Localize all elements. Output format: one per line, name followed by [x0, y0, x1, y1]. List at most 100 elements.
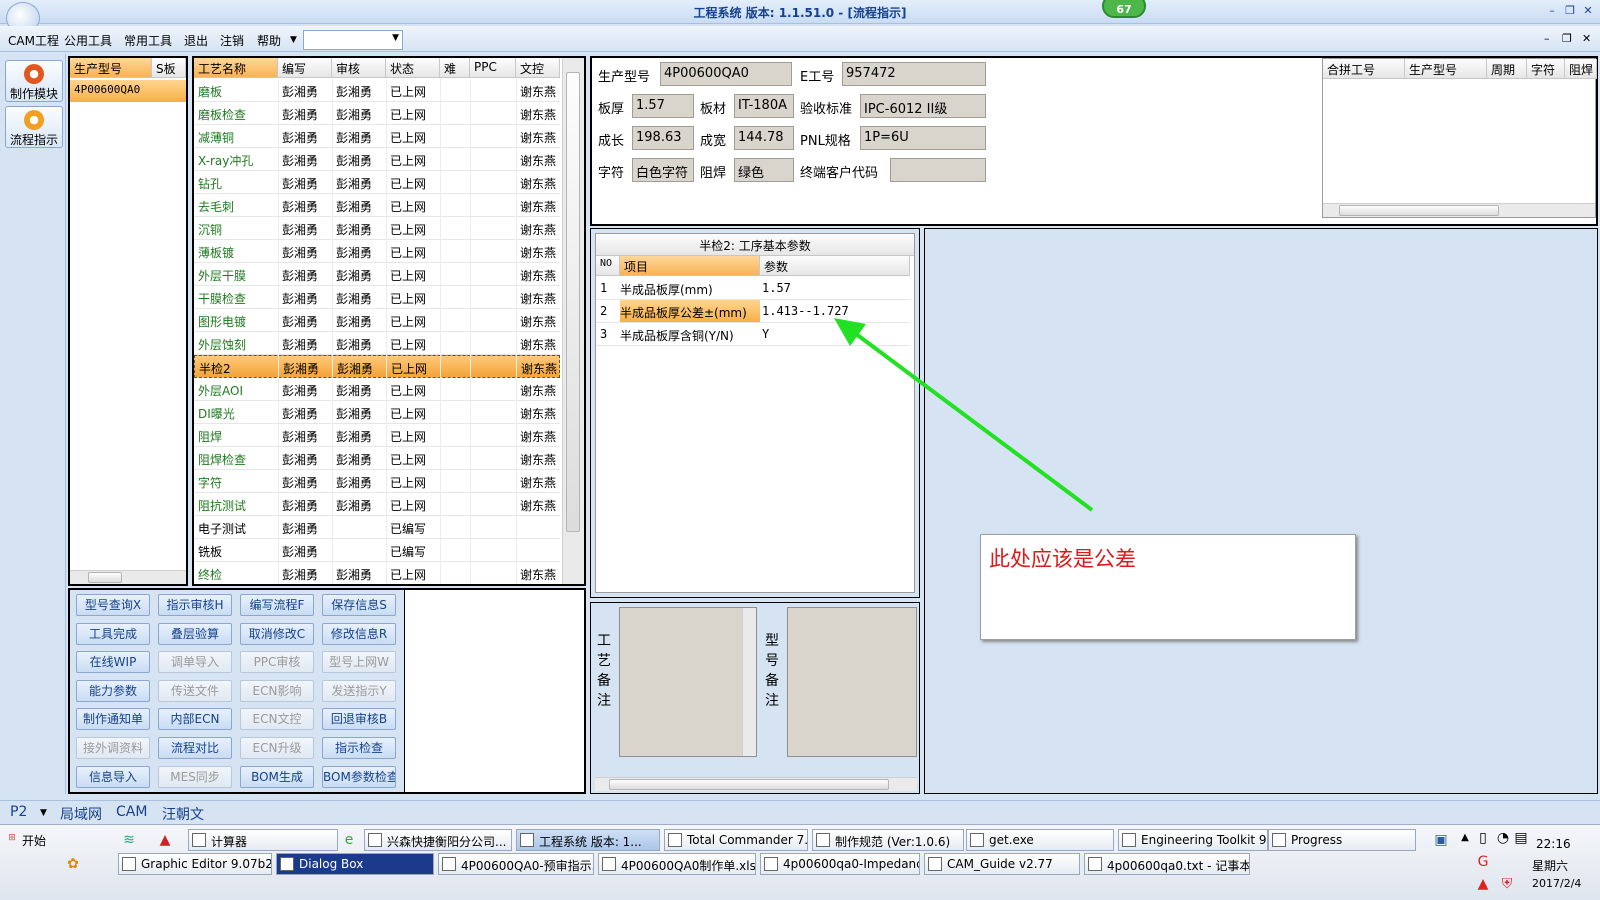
table-row[interactable]: 去毛刺 彭湘勇 彭湘勇 已上网 谢东燕 [194, 194, 560, 217]
remarks-hscrollbar[interactable] [595, 777, 917, 791]
action-button[interactable]: 流程对比 [158, 737, 232, 759]
action-button[interactable]: 编写流程F [240, 594, 314, 616]
action-button[interactable]: 取消修改C [240, 622, 314, 645]
action-button[interactable]: ECN文控 [240, 708, 314, 731]
page-selector[interactable]: P2 [10, 804, 27, 820]
model-remark-textarea[interactable] [787, 607, 917, 757]
clock-weekday[interactable]: 星期六 [1532, 857, 1568, 874]
action-button[interactable]: ECN升级 [240, 737, 314, 759]
taskbar-window-button[interactable]: 工程系统 版本: 1... [516, 829, 660, 851]
tray-device-icon[interactable]: ▯ [1474, 829, 1492, 847]
process-remark-textarea[interactable] [619, 607, 757, 757]
action-button[interactable]: 指示审核H [158, 594, 232, 616]
notification-badge[interactable]: 67 [1102, 0, 1146, 18]
tray-app-icon[interactable]: G [1474, 853, 1492, 871]
menu-help[interactable]: 帮助 [257, 32, 281, 49]
page-selector-chevron-icon[interactable]: ▼ [40, 808, 47, 818]
action-button[interactable]: 保存信息S [322, 594, 396, 616]
quicklaunch-app-icon[interactable]: ≋ [120, 831, 138, 849]
col-merge-model[interactable]: 生产型号 [1405, 59, 1487, 79]
menu-common-tools[interactable]: 常用工具 [124, 32, 172, 49]
table-row[interactable]: 外层AOI 彭湘勇 彭湘勇 已上网 谢东燕 [194, 378, 560, 401]
menu-cam[interactable]: CAM工程 [8, 32, 59, 49]
taskbar-window-button[interactable]: CAM_Guide v2.77 [924, 853, 1080, 875]
col-item[interactable]: 项目 [620, 256, 760, 276]
table-row[interactable]: 外层干膜 彭湘勇 彭湘勇 已上网 谢东燕 [194, 263, 560, 286]
taskbar-window-button[interactable]: Graphic Editor 9.07b2 (0... [118, 853, 272, 875]
table-row[interactable]: 电子测试 彭湘勇 已编写 [194, 516, 560, 539]
taskbar-window-button[interactable]: 制作规范 (Ver:1.0.6) [812, 829, 964, 851]
col-writer[interactable]: 编写 [278, 58, 332, 78]
taskbar-window-button[interactable]: Progress [1268, 829, 1416, 851]
table-row[interactable]: 半检2 彭湘勇 彭湘勇 已上网 谢东燕 [194, 355, 560, 378]
col-value[interactable]: 参数 [760, 256, 910, 276]
mask-field[interactable]: 绿色 [734, 158, 794, 182]
action-button[interactable]: BOM参数检查 [322, 765, 396, 788]
scroll-thumb[interactable] [1339, 205, 1499, 216]
table-row[interactable]: 字符 彭湘勇 彭湘勇 已上网 谢东燕 [194, 470, 560, 493]
table-row[interactable]: 干膜检查 彭湘勇 彭湘勇 已上网 谢东燕 [194, 286, 560, 309]
table-row[interactable]: 磨板 彭湘勇 彭湘勇 已上网 谢东燕 [194, 79, 560, 102]
action-button[interactable]: 修改信息R [322, 622, 396, 645]
action-button[interactable]: 型号查询X [76, 594, 150, 616]
table-row[interactable]: 沉铜 彭湘勇 彭湘勇 已上网 谢东燕 [194, 217, 560, 240]
flow-guide-button[interactable]: ● 流程指示 [5, 106, 63, 148]
tab-cam[interactable]: CAM [116, 804, 147, 820]
taskbar-window-button[interactable]: Engineering Toolkit 9.... [1118, 829, 1268, 851]
taskbar-window-button[interactable]: 4P00600QA0制作单.xls ... [598, 853, 756, 875]
col-merge-cycle[interactable]: 周期 [1487, 59, 1527, 79]
table-row[interactable]: 阻焊 彭湘勇 彭湘勇 已上网 谢东燕 [194, 424, 560, 447]
colorful-app-icon[interactable]: ✿ [64, 855, 82, 873]
start-button[interactable]: ⊞ 开始 [2, 829, 54, 851]
table-row[interactable]: 阻焊检查 彭湘勇 彭湘勇 已上网 谢东燕 [194, 447, 560, 470]
action-button[interactable]: ECN影响 [240, 679, 314, 702]
action-button[interactable]: 调单导入 [158, 651, 232, 674]
menu-public-tools[interactable]: 公用工具 [64, 32, 112, 49]
e-number-field[interactable]: 957472 [842, 62, 986, 86]
table-row[interactable]: X-ray冲孔 彭湘勇 彭湘勇 已上网 谢东燕 [194, 148, 560, 171]
model-hscrollbar[interactable] [70, 570, 186, 584]
desktop-icon[interactable]: ▣ [1432, 831, 1450, 849]
col-difficulty[interactable]: 难 [440, 58, 470, 78]
table-row[interactable]: 终检 彭湘勇 彭湘勇 已上网 谢东燕 [194, 562, 560, 584]
col-merge-char[interactable]: 字符 [1527, 59, 1565, 79]
make-module-button[interactable]: ● 制作模块 [5, 60, 63, 102]
length-field[interactable]: 198.63 [632, 126, 694, 150]
table-row[interactable]: 薄板镀 彭湘勇 彭湘勇 已上网 谢东燕 [194, 240, 560, 263]
menu-exit[interactable]: 退出 [184, 32, 208, 49]
width-field[interactable]: 144.78 [734, 126, 794, 150]
action-button[interactable]: 能力参数 [76, 679, 150, 702]
scroll-thumb[interactable] [88, 572, 122, 583]
action-button[interactable]: 工具完成 [76, 622, 150, 645]
table-row[interactable]: 外层蚀刻 彭湘勇 彭湘勇 已上网 谢东燕 [194, 332, 560, 355]
table-row[interactable]: 减薄铜 彭湘勇 彭湘勇 已上网 谢东燕 [194, 125, 560, 148]
col-ppc[interactable]: PPC [470, 58, 516, 78]
tray-warning-icon[interactable]: ▲ [1474, 875, 1492, 893]
clock-date[interactable]: 2017/2/4 [1532, 877, 1581, 890]
taskbar-window-button[interactable]: get.exe [966, 829, 1114, 851]
col-model[interactable]: 生产型号 [70, 58, 152, 78]
action-button[interactable]: 叠层验算 [158, 622, 232, 645]
action-button[interactable]: BOM生成 [240, 765, 314, 788]
col-doc-control[interactable]: 文控 [516, 58, 560, 78]
action-button[interactable]: 指示检查 [322, 737, 396, 759]
pdf-icon[interactable]: ▲ [156, 831, 174, 849]
minimize-icon[interactable]: – [1544, 4, 1560, 18]
table-row[interactable]: 1 半成品板厚(mm) 1.57 [596, 277, 910, 300]
tray-shield-icon[interactable]: ⛨ [1498, 875, 1516, 893]
table-row[interactable]: 铣板 彭湘勇 已编写 [194, 539, 560, 562]
merge-hscrollbar[interactable] [1323, 203, 1595, 217]
thickness-field[interactable]: 1.57 [632, 94, 694, 118]
taskbar-window-button[interactable]: 4P00600QA0-预审指示... [438, 853, 594, 875]
mdi-close-icon[interactable]: ✕ [1582, 32, 1591, 45]
mdi-minimize-icon[interactable]: – [1544, 32, 1550, 45]
process-vscrollbar[interactable] [562, 58, 584, 584]
action-button[interactable]: 发送指示Y [322, 679, 396, 702]
clock-time[interactable]: 22:16 [1536, 837, 1571, 851]
taskbar-window-button[interactable]: 4p00600qa0.txt - 记事本 [1084, 853, 1250, 875]
pnl-field[interactable]: 1P=6U [860, 126, 986, 150]
network-icon[interactable]: ▤ [1512, 829, 1530, 847]
restore-icon[interactable]: ❐ [1562, 4, 1578, 18]
mdi-restore-icon[interactable]: ❐ [1562, 32, 1572, 45]
action-button[interactable]: MES同步 [158, 765, 232, 788]
